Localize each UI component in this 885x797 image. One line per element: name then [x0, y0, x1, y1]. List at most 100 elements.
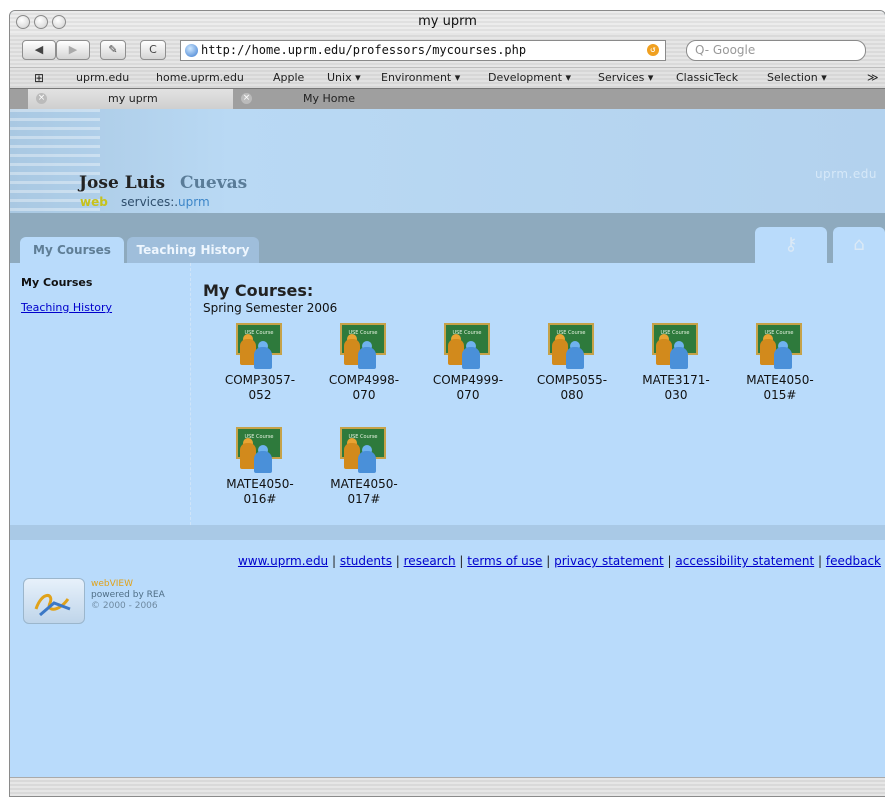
- key-icon: ⚷: [784, 234, 798, 255]
- search-placeholder: Q- Google: [695, 43, 756, 57]
- footer-links: www.uprm.edu | students | research | ter…: [237, 554, 881, 568]
- book-icon[interactable]: ⊞: [34, 71, 44, 85]
- reload-icon: C: [149, 43, 157, 56]
- course-section: 070: [456, 388, 480, 402]
- course-icon: USE Course: [754, 323, 806, 369]
- course-section: 052: [248, 388, 272, 402]
- course-code: MATE4050-: [746, 373, 814, 387]
- semester-label: Spring Semester 2006: [203, 301, 338, 315]
- pencil-icon: ✎: [108, 43, 118, 56]
- course-icon: USE Course: [338, 427, 390, 473]
- course-section: 030: [664, 388, 688, 402]
- back-button[interactable]: ◀: [22, 40, 56, 60]
- tab-teaching-history[interactable]: Teaching History: [127, 237, 259, 263]
- webview-logo-icon: [34, 594, 71, 617]
- webview-logo[interactable]: [23, 578, 85, 624]
- title-bar: my uprm: [10, 11, 885, 33]
- bookmark-selection[interactable]: Selection ▾: [767, 71, 827, 84]
- subtitle-services: services:.: [121, 195, 179, 209]
- search-field[interactable]: Q- Google: [686, 40, 866, 61]
- bookmark-home-uprm[interactable]: home.uprm.edu: [156, 71, 244, 84]
- course-section: 080: [560, 388, 584, 402]
- close-tab-icon[interactable]: ×: [241, 93, 252, 104]
- bookmarks-bar: ⊞ uprm.edu home.uprm.edu Apple Unix ▾ En…: [10, 67, 885, 88]
- course-code: COMP3057-: [224, 373, 296, 387]
- left-nav-teaching-history-link[interactable]: Teaching History: [21, 301, 112, 314]
- browser-window: my uprm ◀ ▶ ✎ C http://home.uprm.edu/pro…: [9, 10, 885, 797]
- forward-button[interactable]: ▶: [56, 40, 90, 60]
- bookmark-uprm[interactable]: uprm.edu: [76, 71, 129, 84]
- subtitle-web: web: [80, 195, 108, 209]
- bookmark-unix[interactable]: Unix ▾: [327, 71, 361, 84]
- course-item[interactable]: USE Course COMP4998- 070: [319, 323, 409, 403]
- footer-link-feedback[interactable]: feedback: [826, 554, 881, 568]
- course-code: MATE4050-: [226, 477, 294, 491]
- page-title: My Courses:: [203, 281, 314, 300]
- course-icon: USE Course: [650, 323, 702, 369]
- course-item[interactable]: USE Course COMP4999- 070: [423, 323, 513, 403]
- site-header: Jose Luis Cuevas web services:. uprm upr…: [10, 109, 885, 213]
- key-tab[interactable]: ⚷: [755, 227, 827, 263]
- status-bar: [10, 777, 885, 796]
- browser-tab-my-home[interactable]: × My Home: [233, 89, 438, 109]
- course-section: 070: [352, 388, 376, 402]
- tab-my-courses[interactable]: My Courses: [20, 237, 124, 263]
- footer-link-research[interactable]: research: [404, 554, 456, 568]
- close-tab-icon[interactable]: ×: [36, 93, 47, 104]
- course-icon: USE Course: [546, 323, 598, 369]
- left-navigation: My Courses Teaching History: [10, 263, 191, 525]
- reload-button[interactable]: C: [140, 40, 166, 60]
- professor-first-name: Jose Luis: [79, 173, 166, 193]
- course-item[interactable]: USE Course COMP5055- 080: [527, 323, 617, 403]
- home-tab[interactable]: ⌂: [833, 227, 885, 263]
- course-icon: USE Course: [442, 323, 494, 369]
- logo-line-1: webVIEW: [91, 579, 134, 589]
- footer-link-students[interactable]: students: [340, 554, 392, 568]
- course-section: 017#: [347, 492, 381, 506]
- course-code: COMP4998-: [328, 373, 400, 387]
- forward-icon: ▶: [68, 43, 78, 56]
- left-nav-title: My Courses: [21, 276, 93, 289]
- footer-link-privacy[interactable]: privacy statement: [554, 554, 664, 568]
- bookmark-apple[interactable]: Apple: [273, 71, 304, 84]
- logo-line-2: powered by REA: [91, 590, 165, 600]
- course-item[interactable]: USE Course MATE4050- 016#: [215, 427, 305, 507]
- bookmark-classicteck[interactable]: ClassicTeck: [676, 71, 738, 84]
- edit-bookmark-button[interactable]: ✎: [100, 40, 126, 60]
- bookmark-services[interactable]: Services ▾: [598, 71, 653, 84]
- window-title: my uprm: [418, 14, 477, 29]
- browser-tab-label: my uprm: [108, 92, 158, 105]
- course-item[interactable]: USE Course MATE4050- 017#: [319, 427, 409, 507]
- bookmark-development[interactable]: Development ▾: [488, 71, 571, 84]
- course-code: MATE4050-: [330, 477, 398, 491]
- browser-tab-bar: × my uprm × My Home: [10, 88, 885, 109]
- course-item[interactable]: USE Course COMP3057- 052: [215, 323, 305, 403]
- course-item[interactable]: USE Course MATE4050- 015#: [735, 323, 825, 403]
- course-icon: USE Course: [234, 427, 286, 473]
- browser-tab-my-uprm[interactable]: × my uprm: [28, 89, 233, 109]
- brand-text: uprm.edu: [814, 167, 877, 181]
- footer-link-accessibility[interactable]: accessibility statement: [675, 554, 814, 568]
- footer-band: [10, 525, 885, 540]
- course-icon: USE Course: [338, 323, 390, 369]
- course-icon: USE Course: [234, 323, 286, 369]
- subtitle-uprm: uprm: [178, 195, 210, 209]
- snapback-icon[interactable]: ↺: [647, 44, 659, 56]
- address-bar[interactable]: http://home.uprm.edu/professors/mycourse…: [180, 40, 666, 61]
- back-icon: ◀: [34, 43, 44, 56]
- logo-line-3: © 2000 - 2006: [91, 601, 158, 611]
- course-section: 015#: [763, 388, 797, 402]
- course-section: 016#: [243, 492, 277, 506]
- footer-link-terms[interactable]: terms of use: [467, 554, 542, 568]
- globe-icon: [185, 44, 198, 57]
- course-code: COMP4999-: [432, 373, 504, 387]
- course-item[interactable]: USE Course MATE3171- 030: [631, 323, 721, 403]
- footer-link-uprm[interactable]: www.uprm.edu: [238, 554, 328, 568]
- professor-last-name: Cuevas: [180, 173, 248, 193]
- bookmarks-overflow-icon[interactable]: ≫: [867, 71, 879, 84]
- course-code: MATE3171-: [642, 373, 710, 387]
- course-code: COMP5055-: [536, 373, 608, 387]
- web-page: Jose Luis Cuevas web services:. uprm upr…: [10, 109, 885, 796]
- browser-tab-label: My Home: [303, 92, 355, 105]
- bookmark-environment[interactable]: Environment ▾: [381, 71, 460, 84]
